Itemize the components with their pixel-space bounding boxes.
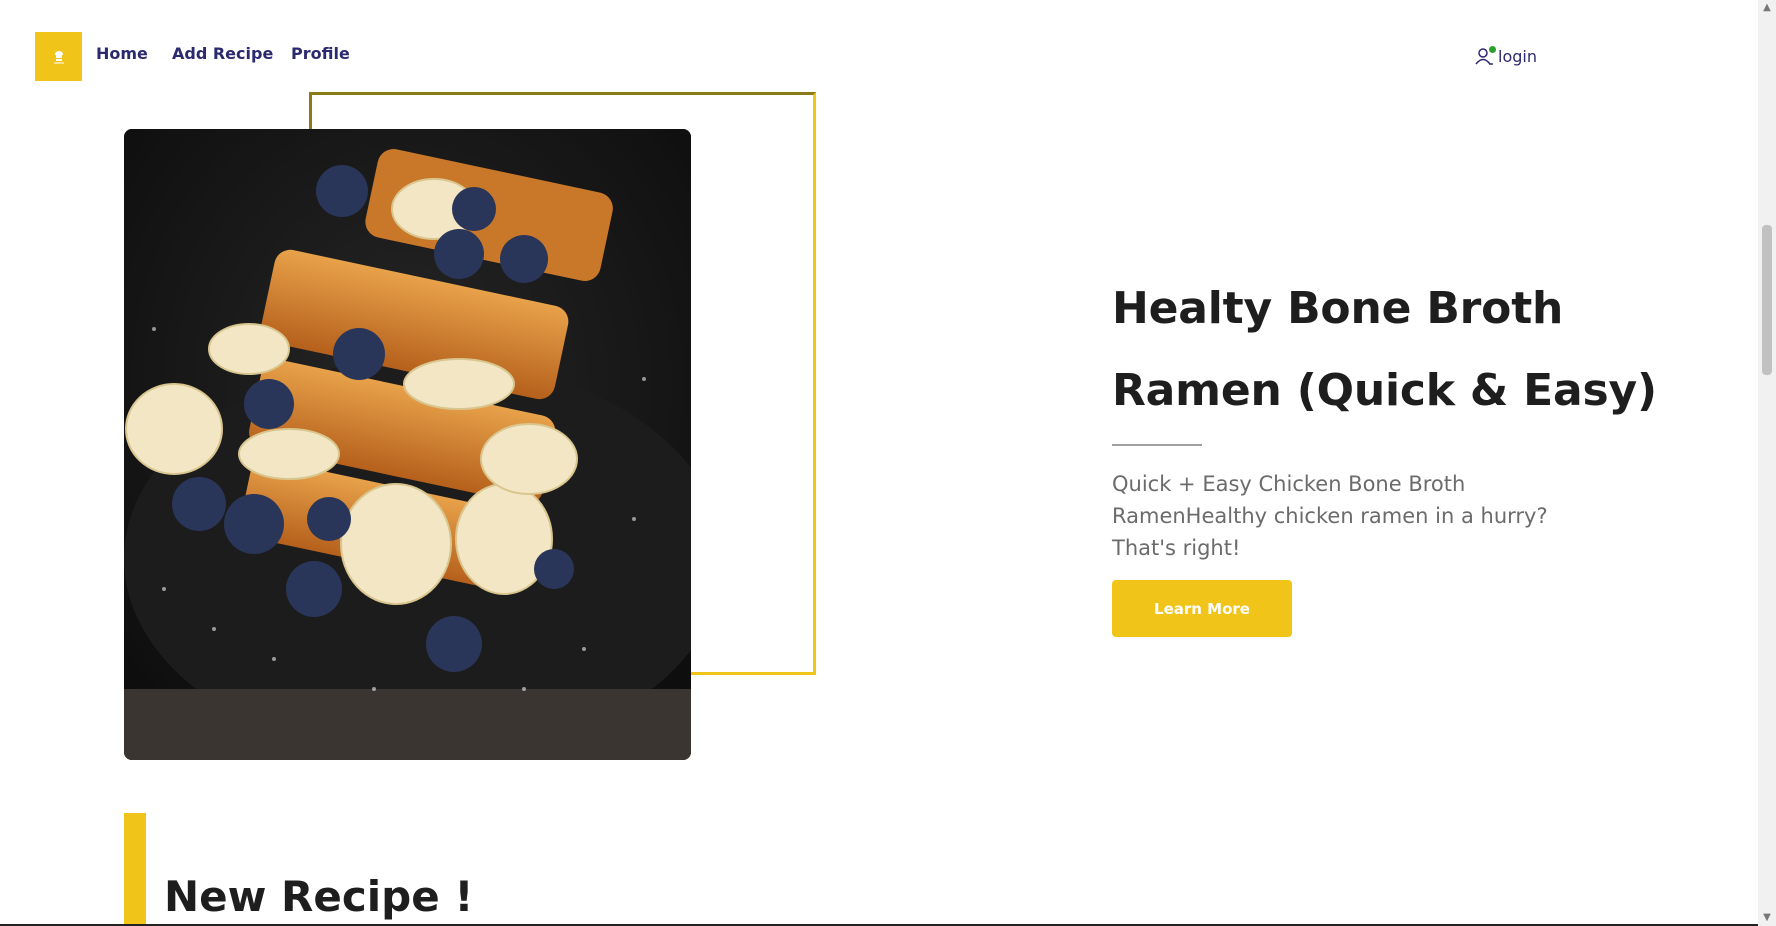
vertical-scrollbar[interactable]: ▲ ▼ (1758, 0, 1776, 926)
nav-link-home[interactable]: Home (96, 44, 148, 63)
login-button[interactable]: login (1474, 46, 1537, 66)
hero-text-block: Healty Bone Broth Ramen (Quick & Easy) Q… (1112, 268, 1672, 637)
learn-more-button[interactable]: Learn More (1112, 580, 1292, 637)
hero-title-line-1: Healty Bone Broth (1112, 283, 1564, 334)
hero-divider (1112, 444, 1202, 446)
scroll-up-icon[interactable]: ▲ (1758, 0, 1776, 16)
nav-link-add-recipe[interactable]: Add Recipe (172, 44, 273, 63)
scroll-down-icon[interactable]: ▼ (1758, 910, 1776, 926)
hero-food-image (124, 129, 691, 760)
hero-title-line-2: Ramen (Quick & Easy) (1112, 365, 1657, 416)
scrollbar-thumb[interactable] (1762, 225, 1772, 375)
online-status-dot (1489, 46, 1496, 53)
navbar: Home Add Recipe Profile login (0, 0, 1750, 110)
hero-description: Quick + Easy Chicken Bone Broth RamenHea… (1112, 472, 1548, 560)
section-title: New Recipe ! (164, 872, 474, 921)
french-toast-photo (124, 129, 691, 760)
hero-title: Healty Bone Broth Ramen (Quick & Easy) (1112, 268, 1672, 432)
logo[interactable] (35, 32, 82, 81)
user-icon (1474, 46, 1496, 66)
section-accent-bar (124, 813, 146, 926)
chef-icon (53, 50, 64, 63)
nav-link-profile[interactable]: Profile (291, 44, 350, 63)
page: Home Add Recipe Profile login Healty Bon… (0, 0, 1776, 926)
login-label: login (1498, 46, 1537, 66)
